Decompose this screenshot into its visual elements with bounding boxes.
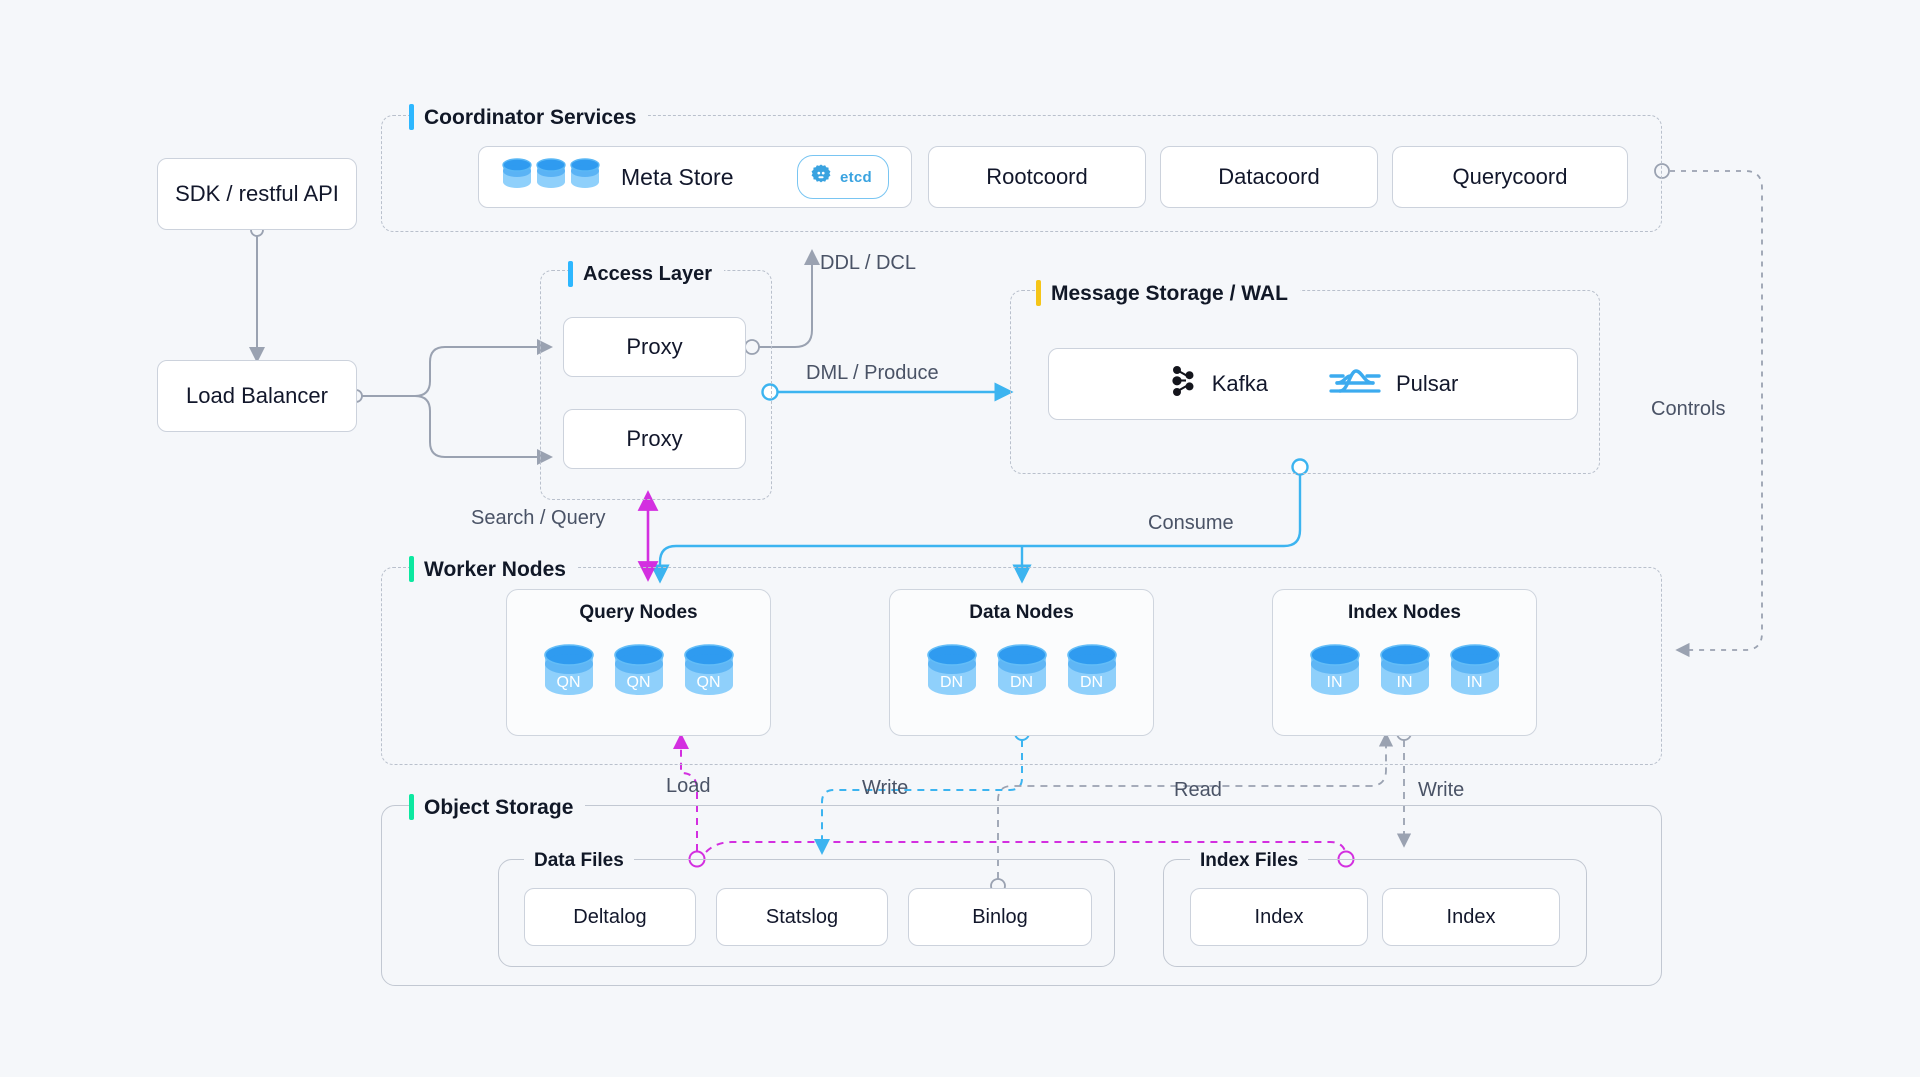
index-file-card-2[interactable]: Index [1382, 888, 1560, 946]
coordinator-accent-bar [409, 104, 414, 130]
query-nodes-cylinders: QN QN QN [507, 642, 770, 698]
worker-nodes-accent-bar [409, 556, 414, 582]
meta-store-card[interactable]: Meta Store etcd [478, 146, 912, 208]
ddl-dcl-label: DDL / DCL [820, 252, 916, 274]
data-node-label: DN [1009, 674, 1034, 691]
database-stack-icon [501, 156, 605, 198]
index-nodes-panel[interactable]: Index Nodes IN IN IN [1272, 589, 1537, 736]
index-node-label: IN [1466, 674, 1483, 691]
data-node-cylinder: DN [1064, 642, 1120, 698]
kafka-label: Kafka [1211, 371, 1268, 396]
proxy-card-2[interactable]: Proxy [563, 409, 746, 469]
object-storage-label: Object Storage [424, 795, 574, 819]
index-node-cylinder: IN [1307, 642, 1363, 698]
index-node-label: IN [1396, 674, 1413, 691]
pulsar-item[interactable]: Pulsar [1328, 364, 1458, 404]
controls-label: Controls [1651, 398, 1726, 420]
pulsar-label: Pulsar [1395, 371, 1459, 396]
index-node-cylinder: IN [1447, 642, 1503, 698]
index-node-label: IN [1326, 674, 1343, 691]
query-node-label: QN [556, 674, 581, 691]
sdk-restful-api-box[interactable]: SDK / restful API [157, 158, 357, 230]
query-node-cylinder: QN [541, 642, 597, 698]
index-node-cylinder: IN [1377, 642, 1433, 698]
query-node-cylinder: QN [611, 642, 667, 698]
search-query-label: Search / Query [471, 507, 606, 529]
access-layer-accent-bar [568, 261, 573, 287]
data-nodes-cylinders: DN DN DN [890, 642, 1153, 698]
data-node-cylinder: DN [994, 642, 1050, 698]
data-node-cylinder: DN [924, 642, 980, 698]
write-left-label: Write [862, 777, 909, 799]
message-storage-accent-bar [1036, 280, 1041, 306]
data-node-label: DN [939, 674, 964, 691]
consume-label: Consume [1148, 512, 1234, 534]
kafka-icon [1168, 364, 1198, 404]
querycoord-card[interactable]: Querycoord [1392, 146, 1628, 208]
message-brokers-card[interactable]: Kafka Pulsar [1048, 348, 1578, 420]
etcd-label: etcd [839, 168, 872, 186]
rootcoord-card[interactable]: Rootcoord [928, 146, 1146, 208]
query-nodes-title: Query Nodes [579, 602, 698, 623]
deltalog-card[interactable]: Deltalog [524, 888, 696, 946]
index-nodes-title: Index Nodes [1348, 602, 1461, 623]
kafka-item[interactable]: Kafka [1168, 364, 1268, 404]
statslog-card[interactable]: Statslog [716, 888, 888, 946]
data-node-label: DN [1079, 674, 1104, 691]
data-nodes-panel[interactable]: Data Nodes DN DN DN [889, 589, 1154, 736]
data-nodes-title: Data Nodes [969, 602, 1074, 623]
index-files-title: Index Files [1190, 851, 1309, 870]
proxy-card-1[interactable]: Proxy [563, 317, 746, 377]
message-storage-label: Message Storage / WAL [1051, 281, 1288, 305]
querycoord-label: Querycoord [1452, 164, 1568, 189]
load-label: Load [666, 775, 711, 797]
access-layer-label: Access Layer [583, 263, 712, 285]
query-nodes-panel[interactable]: Query Nodes QN QN QN [506, 589, 771, 736]
index-file-label-1: Index [1254, 905, 1304, 928]
message-storage-title: Message Storage / WAL [1036, 280, 1300, 306]
worker-nodes-title: Worker Nodes [409, 556, 578, 582]
index-file-label-2: Index [1446, 905, 1496, 928]
etcd-badge[interactable]: etcd [796, 155, 889, 199]
object-storage-accent-bar [409, 794, 414, 820]
sdk-restful-api-label: SDK / restful API [175, 181, 339, 206]
proxy-label-2: Proxy [626, 426, 683, 451]
dml-produce-label: DML / Produce [806, 362, 939, 384]
query-node-cylinder: QN [681, 642, 737, 698]
index-nodes-cylinders: IN IN IN [1273, 642, 1536, 698]
index-file-card-1[interactable]: Index [1190, 888, 1368, 946]
binlog-card[interactable]: Binlog [908, 888, 1092, 946]
access-layer-title: Access Layer [568, 261, 724, 287]
worker-nodes-label: Worker Nodes [424, 557, 566, 581]
statslog-label: Statslog [765, 905, 839, 928]
proxy-label-1: Proxy [626, 334, 683, 359]
load-balancer-label: Load Balancer [186, 383, 328, 408]
load-balancer-box[interactable]: Load Balancer [157, 360, 357, 432]
deltalog-label: Deltalog [573, 905, 647, 928]
coordinator-services-title: Coordinator Services [409, 104, 649, 130]
query-node-label: QN [696, 674, 721, 691]
architecture-diagram: SDK / restful API Load Balancer Coordina… [0, 0, 1920, 1077]
data-files-title: Data Files [524, 851, 634, 870]
write-right-label: Write [1418, 779, 1465, 801]
binlog-label: Binlog [972, 905, 1028, 928]
meta-store-label: Meta Store [621, 163, 734, 190]
object-storage-title: Object Storage [409, 794, 586, 820]
query-node-label: QN [626, 674, 651, 691]
etcd-gear-icon [810, 163, 832, 191]
read-label: Read [1174, 779, 1222, 801]
rootcoord-label: Rootcoord [986, 164, 1088, 189]
coordinator-services-label: Coordinator Services [424, 105, 637, 129]
datacoord-label: Datacoord [1218, 164, 1320, 189]
datacoord-card[interactable]: Datacoord [1160, 146, 1378, 208]
pulsar-icon [1328, 364, 1382, 404]
